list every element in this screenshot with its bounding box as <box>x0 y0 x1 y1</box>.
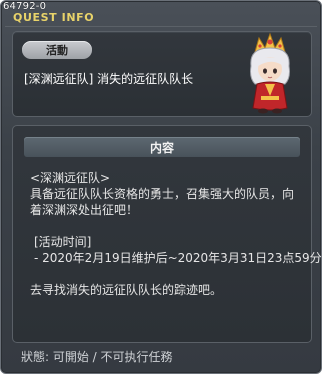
content-text: <深渊远征队> 具备远征队队长资格的勇士，召集强大的队员，向 着深渊深处出征吧！… <box>30 170 322 298</box>
quest-info-window: 64792-0 QUEST INFO 活動 [深渊远征队] 消失的远征队队长 内… <box>0 0 322 374</box>
quest-content-panel: 内容 <深渊远征队> 具备远征队队长资格的勇士，召集强大的队员，向 着深渊深处出… <box>12 125 322 343</box>
content-line: <深渊远征队> <box>30 171 111 185</box>
quest-name: [深渊远征队] 消失的远征队队长 <box>24 72 194 86</box>
window-title: QUEST INFO <box>13 11 95 24</box>
content-line: 去寻找消失的远征队队长的踪迹吧。 <box>30 283 223 297</box>
title-divider <box>5 26 317 27</box>
content-header: 内容 <box>24 137 300 157</box>
content-line: 具备远征队队长资格的勇士，召集强大的队员，向 <box>30 187 295 201</box>
npc-avatar-icon <box>250 32 290 114</box>
content-line: [活动时间] <box>34 235 92 249</box>
quest-summary-panel: 活動 [深渊远征队] 消失的远征队队长 <box>12 31 312 117</box>
event-badge: 活動 <box>22 41 92 59</box>
content-line: - 2020年2月19日维护后~2020年3月31日23点59分 <box>34 251 322 265</box>
quest-status: 狀態: 可開始 / 不可执行任務 <box>21 350 173 364</box>
content-line: 着深渊深处出征吧！ <box>30 203 139 217</box>
